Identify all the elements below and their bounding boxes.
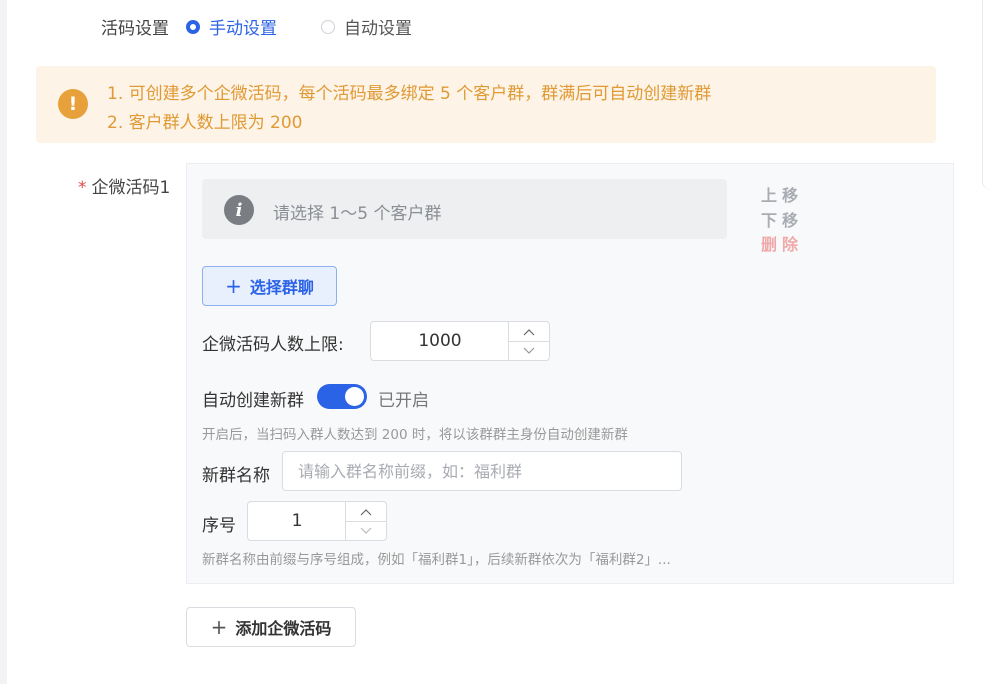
sequence-stepper[interactable]: 1 (247, 501, 387, 541)
tips-alert: ! 1. 可创建多个企微活码，每个活码最多绑定 5 个客户群，群满后可自动创建新… (36, 66, 936, 143)
add-code-label: 添加企微活码 (235, 619, 332, 638)
stepper-arrows (345, 502, 386, 540)
radio-auto[interactable]: 自动设置 (321, 14, 412, 39)
plus-icon: + (210, 615, 228, 639)
new-group-name-label: 新群名称 (202, 466, 270, 486)
radio-auto-label: 自动设置 (344, 19, 412, 39)
auto-create-label: 自动创建新群 (202, 391, 304, 411)
select-group-chat-label: 选择群聊 (249, 278, 314, 297)
limit-value[interactable]: 1000 (371, 322, 509, 360)
tip-line-2: 2. 客户群人数上限为 200 (107, 113, 303, 133)
radio-manual-label: 手动设置 (209, 19, 277, 39)
chevron-down-icon[interactable] (346, 521, 386, 540)
group-select-box[interactable]: i 请选择 1～5 个客户群 (202, 179, 727, 239)
warning-icon: ! (58, 89, 88, 119)
code-item-label: * 企微活码1 (78, 173, 170, 198)
move-down-button[interactable]: 下移 (761, 207, 803, 231)
code-item-title: 企微活码1 (91, 178, 171, 198)
new-group-name-input[interactable] (282, 451, 682, 491)
limit-label: 企微活码人数上限: (202, 335, 344, 355)
auto-create-status: 已开启 (378, 391, 429, 411)
select-group-chat-button[interactable]: + 选择群聊 (202, 266, 337, 306)
chevron-down-icon[interactable] (509, 341, 549, 360)
toggle-knob (345, 387, 364, 406)
tip-line-1: 1. 可创建多个企微活码，每个活码最多绑定 5 个客户群，群满后可自动创建新群 (107, 84, 712, 104)
limit-stepper[interactable]: 1000 (370, 321, 550, 361)
delete-button[interactable]: 删除 (761, 231, 803, 255)
plus-icon: + (225, 274, 242, 298)
mode-label: 活码设置 (101, 19, 169, 39)
sequence-label: 序号 (202, 516, 236, 536)
group-select-placeholder: 请选择 1～5 个客户群 (273, 204, 442, 224)
auto-create-hint: 开启后，当扫码入群人数达到 200 时，将以该群群主身份自动创建新群 (202, 427, 628, 443)
chevron-up-icon[interactable] (346, 502, 386, 521)
required-mark: * (78, 178, 87, 198)
auto-create-toggle[interactable] (317, 384, 367, 409)
add-code-button[interactable]: + 添加企微活码 (186, 607, 356, 647)
sequence-hint: 新群名称由前缀与序号组成，例如「福利群1」，后续新群依次为「福利群2」... (202, 552, 671, 568)
move-up-button[interactable]: 上移 (761, 182, 803, 206)
chevron-up-icon[interactable] (509, 322, 549, 341)
info-icon: i (224, 195, 254, 225)
radio-unchecked-icon (321, 19, 335, 34)
radio-checked-icon (186, 19, 200, 34)
side-panel-edge (982, 0, 990, 190)
radio-manual[interactable]: 手动设置 (186, 14, 277, 39)
sequence-value[interactable]: 1 (248, 502, 346, 540)
stepper-arrows (508, 322, 549, 360)
